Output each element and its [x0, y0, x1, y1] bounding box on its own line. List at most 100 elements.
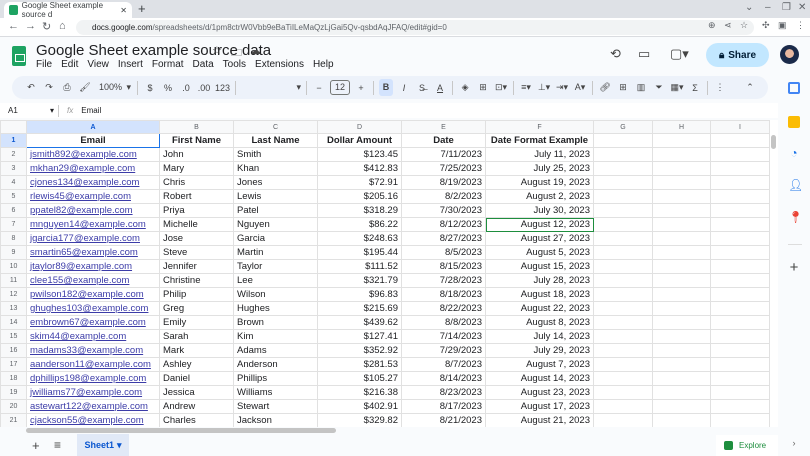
align-vertical-icon[interactable]: ⊥▾	[537, 82, 551, 93]
empty-cell[interactable]	[593, 133, 653, 148]
empty-cell[interactable]	[593, 399, 653, 414]
cell[interactable]: Smith	[233, 147, 318, 162]
empty-cell[interactable]	[710, 287, 770, 302]
empty-cell[interactable]	[652, 273, 711, 288]
forward-icon[interactable]: →	[25, 20, 36, 32]
cell[interactable]: Steve	[159, 245, 234, 260]
empty-cell[interactable]	[593, 343, 653, 358]
star-icon[interactable]: ☆	[212, 44, 222, 57]
spreadsheet-grid[interactable]: A B C D E F G H I 1 Email First Name Last Name Dollar…	[0, 120, 778, 427]
empty-cell[interactable]	[652, 371, 711, 386]
column-header-g[interactable]: G	[593, 120, 653, 134]
browser-menu-icon[interactable]: ⋮	[796, 20, 805, 31]
empty-cell[interactable]	[652, 259, 711, 274]
filter-views-icon[interactable]: ▦▾	[670, 82, 684, 93]
empty-cell[interactable]	[710, 315, 770, 330]
empty-cell[interactable]	[710, 385, 770, 400]
close-tab-icon[interactable]: ✕	[120, 6, 127, 15]
email-link[interactable]: mnguyen14@example.com	[26, 217, 160, 232]
empty-cell[interactable]	[593, 413, 653, 427]
empty-cell[interactable]	[710, 413, 770, 427]
zoom-icon[interactable]: ⊕	[708, 20, 716, 31]
cell[interactable]: August 23, 2023	[485, 385, 594, 400]
cell[interactable]: August 21, 2023	[485, 413, 594, 427]
align-horizontal-icon[interactable]: ≡▾	[519, 82, 533, 93]
cell[interactable]: $195.44	[317, 245, 402, 260]
cell[interactable]: August 2, 2023	[485, 189, 594, 204]
empty-cell[interactable]	[593, 217, 653, 232]
email-link[interactable]: jwilliams77@example.com	[26, 385, 160, 400]
column-header-d[interactable]: D	[317, 120, 402, 134]
empty-cell[interactable]	[593, 203, 653, 218]
menu-insert[interactable]: Insert	[118, 59, 143, 70]
header-cell[interactable]: First Name	[159, 133, 234, 148]
menu-format[interactable]: Format	[152, 59, 184, 70]
cell[interactable]: Philip	[159, 287, 234, 302]
empty-cell[interactable]	[652, 133, 711, 148]
column-header-c[interactable]: C	[233, 120, 318, 134]
column-header-b[interactable]: B	[159, 120, 234, 134]
cell[interactable]: 7/30/2023	[401, 203, 486, 218]
more-formats-button[interactable]: 123	[215, 83, 230, 93]
cell[interactable]: $412.83	[317, 161, 402, 176]
currency-button[interactable]: $	[143, 83, 157, 93]
empty-cell[interactable]	[652, 385, 711, 400]
empty-cell[interactable]	[710, 175, 770, 190]
empty-cell[interactable]	[652, 287, 711, 302]
cell[interactable]: 8/21/2023	[401, 413, 486, 427]
empty-cell[interactable]	[652, 175, 711, 190]
cell[interactable]: Lewis	[233, 189, 318, 204]
text-wrap-icon[interactable]: ⇥▾	[555, 82, 569, 93]
empty-cell[interactable]	[710, 161, 770, 176]
empty-cell[interactable]	[652, 315, 711, 330]
cell[interactable]: July 11, 2023	[485, 147, 594, 162]
cell[interactable]: Adams	[233, 343, 318, 358]
empty-cell[interactable]	[652, 357, 711, 372]
cell[interactable]: Sarah	[159, 329, 234, 344]
keep-icon[interactable]	[788, 116, 800, 128]
cell[interactable]: Garcia	[233, 231, 318, 246]
font-select[interactable]: ▾	[241, 82, 302, 93]
cell[interactable]: Michelle	[159, 217, 234, 232]
comments-icon[interactable]: ▭	[638, 46, 650, 62]
cell[interactable]: $215.69	[317, 301, 402, 316]
email-link[interactable]: rlewis45@example.com	[26, 189, 160, 204]
empty-cell[interactable]	[593, 245, 653, 260]
cell[interactable]: August 14, 2023	[485, 371, 594, 386]
email-link[interactable]: dphillips198@example.com	[26, 371, 160, 386]
row-header[interactable]: 17	[0, 357, 27, 372]
share-page-icon[interactable]: ⋖	[724, 20, 732, 31]
cell[interactable]: July 29, 2023	[485, 343, 594, 358]
font-size-increase[interactable]: +	[354, 83, 368, 93]
empty-cell[interactable]	[652, 147, 711, 162]
cell[interactable]: Kim	[233, 329, 318, 344]
cell[interactable]: Jose	[159, 231, 234, 246]
increase-decimal-button[interactable]: .00	[197, 83, 211, 93]
cell[interactable]: 8/18/2023	[401, 287, 486, 302]
cell[interactable]: 7/14/2023	[401, 329, 486, 344]
column-header-a[interactable]: A	[26, 120, 160, 134]
cell[interactable]: $72.91	[317, 175, 402, 190]
back-icon[interactable]: ←	[8, 20, 19, 32]
cell[interactable]: Mark	[159, 343, 234, 358]
email-link[interactable]: pwilson182@example.com	[26, 287, 160, 302]
cell[interactable]: Brown	[233, 315, 318, 330]
cell[interactable]: Andrew	[159, 399, 234, 414]
new-tab-button[interactable]: +	[138, 1, 146, 16]
cell[interactable]: Daniel	[159, 371, 234, 386]
text-color-icon[interactable]: A	[433, 83, 447, 93]
empty-cell[interactable]	[710, 147, 770, 162]
cell[interactable]: $248.63	[317, 231, 402, 246]
empty-cell[interactable]	[593, 189, 653, 204]
email-link[interactable]: ppatel82@example.com	[26, 203, 160, 218]
filter-icon[interactable]: ⏷	[652, 82, 666, 93]
close-window-icon[interactable]: ✕	[798, 2, 806, 13]
add-sheet-icon[interactable]: +	[32, 438, 40, 453]
menu-tools[interactable]: Tools	[223, 59, 246, 70]
email-link[interactable]: ghughes103@example.com	[26, 301, 160, 316]
empty-cell[interactable]	[652, 217, 711, 232]
insert-comment-icon[interactable]: ⊞	[616, 82, 630, 93]
cell[interactable]: August 27, 2023	[485, 231, 594, 246]
cell[interactable]: Hughes	[233, 301, 318, 316]
url-input[interactable]: docs.google.com/spreadsheets/d/1pm8ctrW0…	[76, 20, 754, 35]
